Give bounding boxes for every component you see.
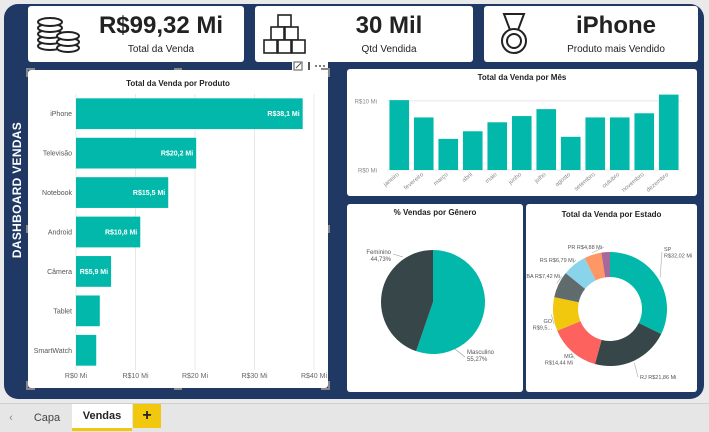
leader-line: [634, 362, 639, 378]
slice-value: 55,27%: [467, 357, 488, 363]
coins-icon: [37, 17, 80, 53]
bar: [658, 94, 679, 170]
bar: [413, 117, 434, 170]
kpi-value: iPhone: [575, 12, 656, 39]
data-label: R$10,8 Mi: [105, 230, 137, 237]
donut-slice: [594, 323, 662, 366]
kpi-total-venda[interactable]: R$99,32 Mi Total da Venda: [28, 6, 244, 62]
x-tick-label: R$40 Mi: [301, 373, 328, 380]
x-tick-label: agosto: [554, 172, 572, 189]
slice-label: PR R$4,88 Mi: [568, 245, 602, 251]
bar: [609, 117, 630, 170]
page-tab-bar: ‹ Capa Vendas +: [0, 403, 709, 432]
bar: [560, 136, 581, 170]
filter-icon: [308, 62, 310, 70]
category-label: SmartWatch: [34, 348, 72, 355]
data-label: R$20,2 Mi: [161, 151, 193, 158]
sidebar-title: DASHBOARD VENDAS: [10, 121, 24, 259]
tab-scroll-left-icon[interactable]: ‹: [0, 404, 22, 431]
leader-line: [392, 253, 404, 258]
kpi-produto-mais-vendido[interactable]: iPhone Produto mais Vendido: [484, 6, 698, 62]
data-label: R$15,5 Mi: [133, 190, 165, 197]
kpi-label: Qtd Vendida: [361, 44, 417, 55]
bar: [76, 295, 100, 327]
y-tick-label: R$10 Mi: [355, 99, 377, 105]
category-label: iPhone: [50, 111, 72, 118]
slice-label: GO: [543, 319, 552, 325]
x-tick-label: julho: [533, 172, 548, 186]
boxes-icon: [263, 14, 306, 54]
x-tick-label: fevereiro: [403, 172, 425, 192]
bar: [438, 138, 459, 170]
chart-mes-card[interactable]: Total da Venda por Mês R$0 Mi R$10 Mi jane…: [347, 69, 697, 196]
y-tick-label: R$0 Mi: [358, 169, 377, 175]
data-label: R$38,1 Mi: [267, 111, 299, 118]
bar: [76, 334, 97, 366]
donut-slice: [610, 252, 667, 335]
category-label: Notebook: [42, 190, 72, 197]
bar: [585, 117, 606, 170]
bar: [389, 100, 410, 170]
visual-header-icons[interactable]: [292, 60, 328, 72]
slice-label: RJ R$21,86 Mi: [640, 375, 676, 381]
bar: [634, 113, 655, 170]
kpi-label: Total da Venda: [127, 44, 195, 55]
slice-value: R$32,02 Mi: [664, 254, 692, 260]
leader-line: [659, 251, 663, 278]
kpi-label: Produto mais Vendido: [567, 44, 665, 55]
leader-line: [454, 348, 466, 358]
bar: [462, 131, 483, 170]
slice-value: R$9,5...: [533, 326, 553, 332]
category-label: Android: [48, 230, 72, 237]
x-tick-label: março: [433, 172, 450, 188]
slice-label: Feminino: [366, 250, 391, 256]
more-options-icon: [315, 65, 325, 67]
category-label: Tablet: [53, 308, 72, 315]
chart-estado: SPR$32,02 MiRJ R$21,86 MiMGR$14,44 MiGOR…: [526, 245, 692, 381]
tab-vendas[interactable]: Vendas: [72, 404, 132, 431]
x-tick-label: novembro: [621, 172, 646, 194]
slice-label: RS R$6,79 Mi: [540, 258, 574, 264]
x-tick-label: R$30 Mi: [241, 373, 268, 380]
medal-icon: [501, 13, 527, 54]
x-tick-label: setembro: [574, 172, 598, 193]
bar: [536, 109, 557, 170]
x-tick-label: R$20 Mi: [182, 373, 209, 380]
x-tick-label: janeiro: [382, 172, 401, 189]
tab-capa[interactable]: Capa: [24, 404, 70, 431]
category-label: Câmera: [47, 269, 72, 276]
bar: [511, 116, 532, 170]
slice-label: BA R$7,42 Mi: [526, 274, 560, 280]
category-label: Televisão: [43, 151, 72, 158]
add-page-button[interactable]: +: [133, 404, 161, 428]
x-tick-label: junho: [507, 172, 523, 187]
chart-produto: R$0 Mi R$10 Mi R$20 Mi R$30 Mi R$40 Mi iPhone…: [34, 94, 328, 380]
slice-value: 44,73%: [371, 257, 392, 263]
x-tick-label: dezembro: [646, 172, 671, 194]
bar: [487, 122, 508, 170]
x-tick-label: maio: [485, 172, 499, 185]
slice-label: Masculino: [467, 350, 495, 356]
chart-genero-card[interactable]: % Vendas por Gênero Masculino 55,27% Femin…: [347, 204, 523, 392]
kpi-qtd-vendida[interactable]: 30 Mil Qtd Vendida: [255, 6, 473, 62]
kpi-value: 30 Mil: [355, 12, 423, 39]
slice-value: R$14,44 Mi: [545, 361, 573, 367]
kpi-value: R$99,32 Mi: [98, 12, 224, 39]
x-tick-label: abril: [461, 172, 474, 184]
data-label: R$5,9 Mi: [80, 269, 108, 276]
x-tick-label: R$10 Mi: [122, 373, 149, 380]
chart-mes: R$0 Mi R$10 Mi janeiro fevereiro março abril m…: [355, 94, 681, 194]
slice-label: SP: [664, 247, 672, 253]
slice-label: MG: [564, 354, 573, 360]
chart-produto-card[interactable]: Total da Venda por Produto R$0 Mi R$10 Mi…: [28, 70, 328, 388]
x-tick-label: outubro: [602, 172, 622, 190]
chart-estado-card[interactable]: Total da Venda por Estado SP R$32,02 Mi RJ…: [526, 204, 697, 392]
chart-genero: Masculino55,27% Feminino44,73%: [366, 250, 495, 363]
x-tick-label: R$0 Mi: [65, 373, 88, 380]
